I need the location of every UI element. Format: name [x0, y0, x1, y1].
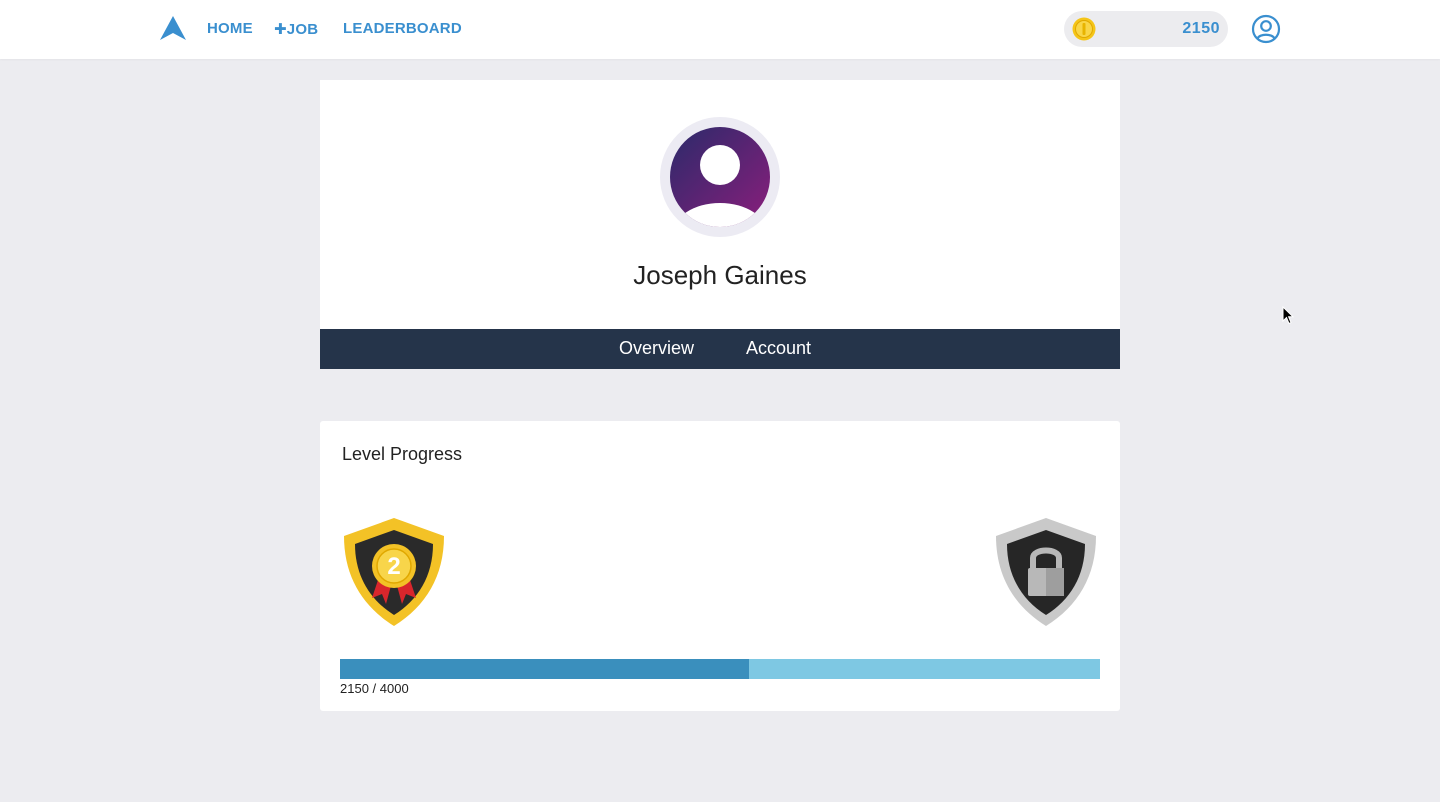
coin-balance-value: 2150: [1182, 20, 1220, 37]
tab-overview[interactable]: Overview: [619, 338, 694, 359]
locked-level-badge-icon: [996, 518, 1096, 626]
level-progress-title: Level Progress: [342, 444, 463, 464]
profile-name: Joseph Gaines: [633, 260, 807, 290]
nav-add-job-link[interactable]: ✚JOB: [274, 20, 318, 38]
coin-icon: [1072, 17, 1096, 41]
tab-account[interactable]: Account: [746, 338, 811, 359]
user-account-icon[interactable]: [1251, 14, 1281, 44]
level-progress-text: 2150 / 4000: [340, 681, 409, 696]
profile-tabs: Overview Account: [320, 329, 1120, 369]
mouse-cursor-icon: [1282, 306, 1294, 325]
plus-icon: ✚: [274, 21, 287, 38]
level-progress-fill: [340, 659, 749, 679]
avatar: [660, 117, 780, 237]
level-badge-number: 2: [387, 553, 400, 580]
nav-home-link[interactable]: HOME: [207, 20, 253, 37]
level-badge-icon: 2: [344, 518, 444, 626]
avatar-person-icon: [670, 127, 770, 227]
level-progress-bar: [340, 659, 1100, 679]
profile-card: Joseph Gaines Overview Account: [320, 80, 1120, 369]
coin-balance: 2150: [1064, 11, 1228, 47]
nav-job-label: JOB: [286, 21, 319, 38]
logo-arrow-icon[interactable]: [160, 16, 186, 40]
level-progress-card: Level Progress 2 2150 / 4000: [320, 421, 1120, 711]
nav-leaderboard-link[interactable]: LEADERBOARD: [343, 20, 462, 37]
top-nav: HOME ✚JOB LEADERBOARD 2150: [0, 0, 1440, 59]
